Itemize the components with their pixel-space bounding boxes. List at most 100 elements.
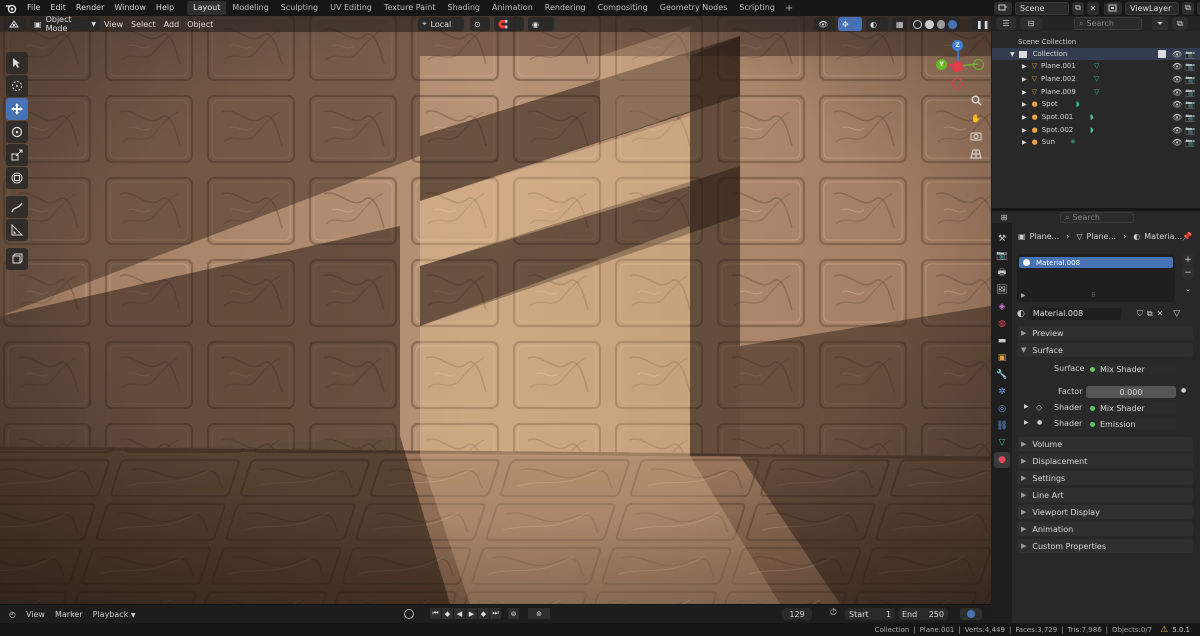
add-workspace-button[interactable]: + bbox=[781, 3, 797, 14]
scene-browse-icon[interactable] bbox=[994, 1, 1012, 15]
output-tab-icon[interactable]: 🖶 bbox=[994, 265, 1010, 281]
properties-editor-icon[interactable]: ⊞ bbox=[994, 211, 1014, 224]
new-scene-icon[interactable]: ⧉ bbox=[1072, 1, 1084, 15]
eye-icon[interactable]: 👁 bbox=[1172, 88, 1182, 97]
end-frame-field[interactable]: End 250 bbox=[898, 608, 948, 620]
chevron-right-icon[interactable]: ▶ bbox=[1022, 114, 1027, 121]
timeline-editor-icon[interactable]: ◴ bbox=[4, 610, 21, 619]
menu-window[interactable]: Window bbox=[109, 0, 151, 16]
eye-icon[interactable]: 👁 bbox=[1172, 50, 1182, 59]
gizmo-neg-y-axis[interactable] bbox=[973, 59, 984, 70]
auto-key-icon[interactable]: ⊚ bbox=[528, 608, 550, 619]
new-collection-icon[interactable]: ⧉ bbox=[1172, 17, 1188, 30]
gizmo-y-axis[interactable]: Y bbox=[936, 59, 947, 70]
tab-sculpting[interactable]: Sculpting bbox=[275, 1, 324, 15]
view-layer-tab-icon[interactable]: 🖼 bbox=[994, 282, 1010, 298]
gizmo-x-axis[interactable] bbox=[952, 61, 963, 72]
slot-menu-icon[interactable]: ⌄ bbox=[1182, 283, 1194, 295]
keyframe-dot-icon[interactable]: ● bbox=[1181, 387, 1186, 394]
transform-tool-icon[interactable] bbox=[6, 167, 28, 189]
zoom-icon[interactable] bbox=[968, 92, 984, 108]
world-tab-icon[interactable]: ◍ bbox=[994, 316, 1010, 332]
timeline-options-icon[interactable] bbox=[960, 608, 982, 620]
add-slot-button[interactable]: + bbox=[1182, 254, 1194, 266]
object-tab-icon[interactable]: ▣ bbox=[994, 350, 1010, 366]
filter-icon[interactable]: ⏷ bbox=[1152, 17, 1168, 30]
rotate-tool-icon[interactable] bbox=[6, 121, 28, 143]
play-icon[interactable]: ▶ bbox=[466, 608, 477, 619]
jump-keyframe-back-icon[interactable]: ◆ bbox=[442, 608, 453, 619]
play-reverse-icon[interactable]: ◀ bbox=[454, 608, 465, 619]
current-frame-field[interactable]: 129 bbox=[782, 608, 812, 620]
visibility-icon[interactable]: 👁 bbox=[814, 17, 836, 31]
tab-texture-paint[interactable]: Texture Paint bbox=[378, 1, 442, 15]
menu-render[interactable]: Render bbox=[71, 0, 109, 16]
viewport-3d[interactable]: ▣ Object Mode ▼ View Select Add Object ⌖… bbox=[0, 16, 991, 604]
camera-icon[interactable]: 📷 bbox=[1185, 126, 1195, 135]
material-type-icon[interactable]: ▽ bbox=[1173, 309, 1180, 319]
list-resize-handle-icon[interactable]: ⠿ bbox=[1091, 292, 1095, 299]
chevron-right-icon[interactable]: ▶ bbox=[1022, 101, 1027, 108]
eye-icon[interactable]: 👁 bbox=[1172, 62, 1182, 71]
warning-icon[interactable]: ⚠ bbox=[1158, 625, 1170, 635]
camera-icon[interactable]: 📷 bbox=[1185, 88, 1195, 97]
tweak-tool-icon[interactable] bbox=[6, 52, 28, 74]
eye-icon[interactable]: 👁 bbox=[1172, 126, 1182, 135]
eye-icon[interactable]: 👁 bbox=[1172, 113, 1182, 122]
timeline-menu-playback[interactable]: Playback ▼ bbox=[88, 610, 141, 619]
eye-icon[interactable]: 👁 bbox=[1172, 100, 1182, 109]
chevron-right-icon[interactable]: ▶ bbox=[1024, 419, 1029, 426]
render-tab-icon[interactable]: 📷 bbox=[994, 248, 1010, 264]
menu-edit[interactable]: Edit bbox=[45, 0, 71, 16]
outliner-search-input[interactable]: ⌕ Search bbox=[1074, 17, 1142, 30]
camera-view-icon[interactable] bbox=[968, 128, 984, 144]
pan-hand-icon[interactable]: ✋ bbox=[968, 110, 984, 126]
material-tab-icon[interactable]: ● bbox=[994, 452, 1010, 468]
record-icon[interactable] bbox=[404, 608, 414, 619]
new-viewlayer-icon[interactable]: ⧉ bbox=[1182, 1, 1194, 15]
gizmo-z-axis[interactable]: Z bbox=[952, 40, 963, 51]
unlink-material-icon[interactable]: ✕ bbox=[1157, 309, 1164, 318]
delete-scene-icon[interactable]: ✕ bbox=[1087, 1, 1099, 15]
duplicate-material-icon[interactable]: ⧉ bbox=[1147, 309, 1153, 319]
viewlayer-browse-icon[interactable] bbox=[1104, 1, 1122, 15]
add-cube-tool-icon[interactable] bbox=[6, 248, 28, 270]
factor-slider[interactable]: 0.000 bbox=[1086, 386, 1176, 398]
shader-input-2-field[interactable]: Emission bbox=[1086, 418, 1176, 430]
panel-line-art[interactable]: ▶ Line Art bbox=[1017, 488, 1193, 502]
outliner-item-sun[interactable]: ▶ ● Sun ✳ 👁 📷 bbox=[992, 136, 1200, 148]
outliner-item-spot[interactable]: ▶ ● Spot ◗ 👁 📷 bbox=[992, 98, 1200, 110]
material-slot-row[interactable]: Material.008 bbox=[1019, 257, 1173, 268]
move-tool-icon[interactable] bbox=[6, 98, 28, 120]
pivot-point-icon[interactable]: ⊙ bbox=[470, 17, 490, 31]
material-name-field[interactable]: Material.008 bbox=[1028, 307, 1121, 320]
tab-animation[interactable]: Animation bbox=[486, 1, 539, 15]
wireframe-shading-icon[interactable] bbox=[913, 19, 922, 29]
scene-tab-icon[interactable]: ◈ bbox=[994, 299, 1010, 315]
remove-slot-button[interactable]: − bbox=[1182, 267, 1194, 279]
stopwatch-icon[interactable]: ⏱ bbox=[830, 608, 837, 618]
timeline-menu-view[interactable]: View bbox=[21, 610, 50, 619]
gizmo-toggle-icon[interactable]: ✥ bbox=[838, 17, 862, 31]
camera-icon[interactable]: 📷 bbox=[1185, 62, 1195, 71]
fake-user-icon[interactable]: ⛉ bbox=[1137, 309, 1143, 319]
scene-name-field[interactable]: Scene bbox=[1015, 1, 1069, 15]
timeline-menu-marker[interactable]: Marker bbox=[50, 610, 88, 619]
expand-list-icon[interactable]: ▶ bbox=[1021, 292, 1026, 299]
panel-settings[interactable]: ▶ Settings bbox=[1017, 471, 1193, 485]
overlay-toggle-icon[interactable]: ◐ bbox=[866, 17, 888, 31]
chevron-down-icon[interactable]: ▼ bbox=[1010, 51, 1015, 58]
scene-collection-row[interactable]: Scene Collection bbox=[992, 36, 1200, 48]
panel-preview[interactable]: ▶ Preview bbox=[1017, 326, 1193, 340]
scale-tool-icon[interactable] bbox=[6, 144, 28, 166]
panel-viewport-display[interactable]: ▶ Viewport Display bbox=[1017, 505, 1193, 519]
checkbox-icon[interactable] bbox=[1158, 50, 1166, 58]
viewport-menu-view[interactable]: View bbox=[100, 17, 127, 31]
editor-type-icon[interactable] bbox=[4, 17, 26, 31]
tool-tab-icon[interactable]: ⚒ bbox=[994, 231, 1010, 247]
data-tab-icon[interactable]: ▽ bbox=[994, 435, 1010, 451]
panel-animation[interactable]: ▶ Animation bbox=[1017, 522, 1193, 536]
tab-modeling[interactable]: Modeling bbox=[226, 1, 274, 15]
material-shading-icon[interactable] bbox=[936, 19, 946, 29]
camera-icon[interactable]: 📷 bbox=[1185, 50, 1195, 59]
